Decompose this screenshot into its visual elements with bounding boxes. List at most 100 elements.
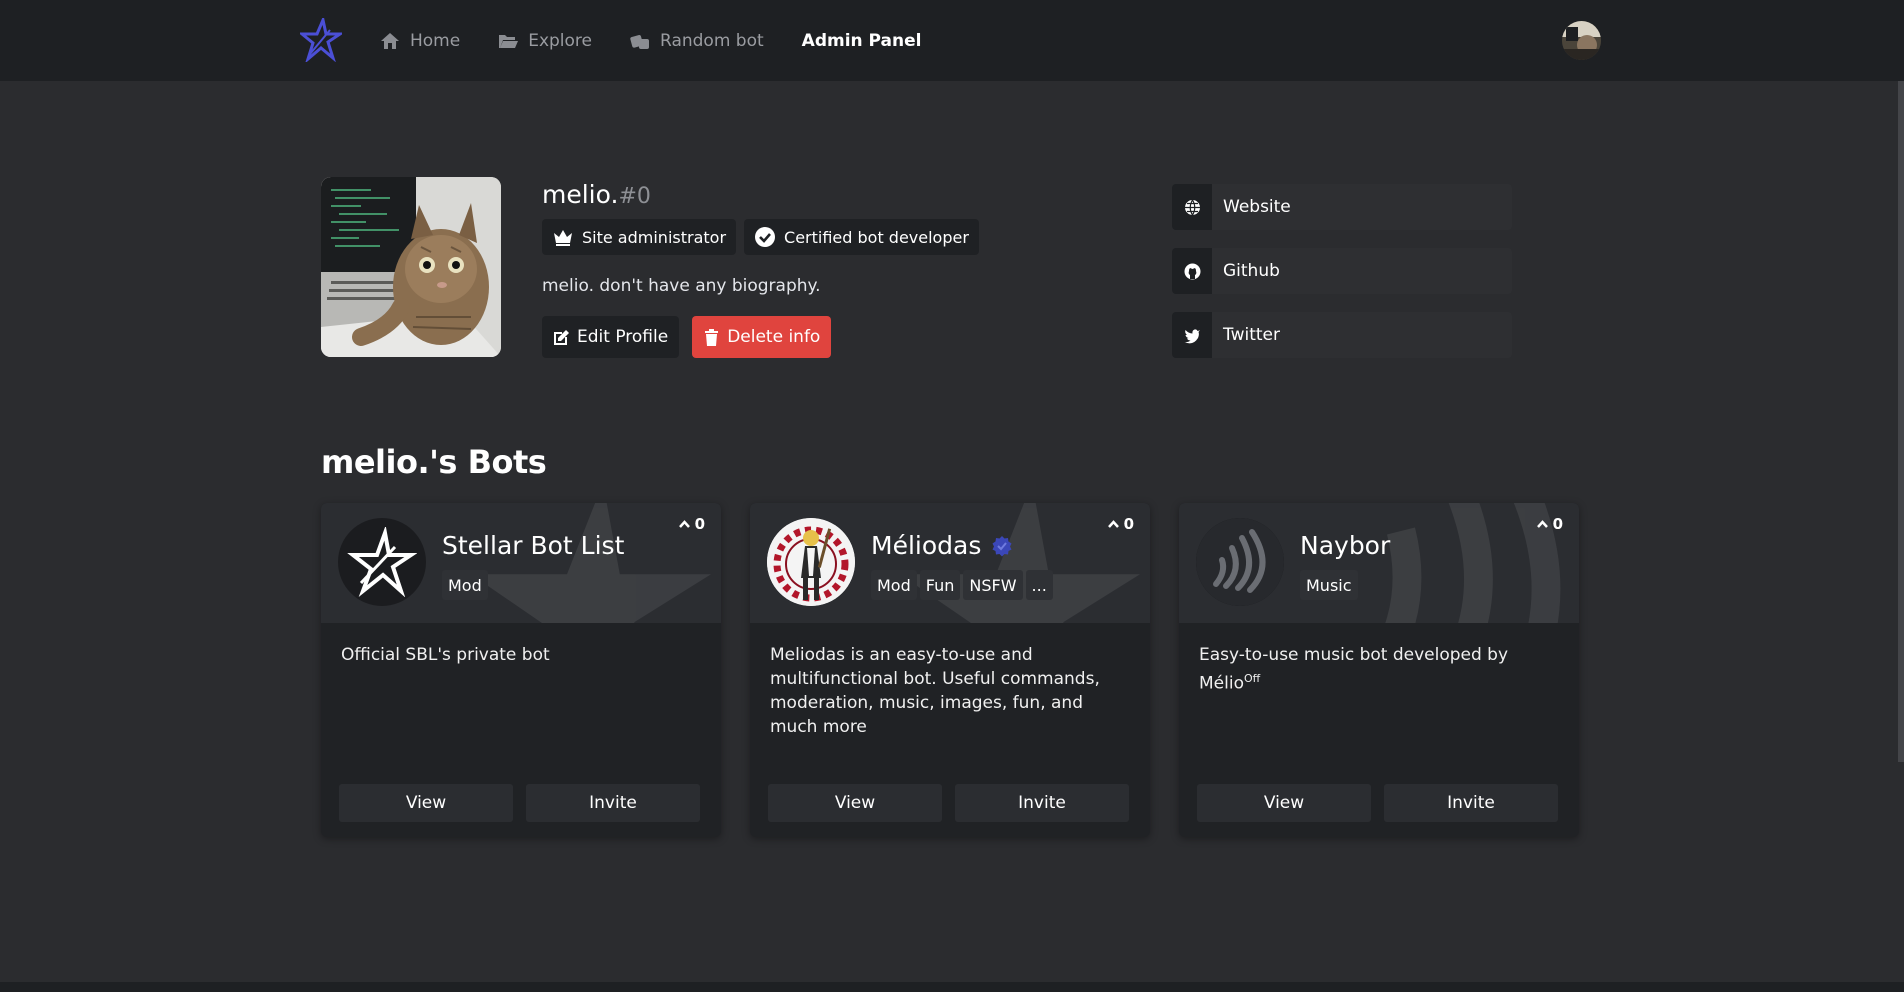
- bot-actions: View Invite: [1197, 784, 1558, 822]
- bot-tag[interactable]: NSFW: [963, 570, 1023, 600]
- nav-home[interactable]: Home: [380, 31, 460, 51]
- profile-picture-image: [321, 177, 501, 357]
- upvote-count: 0: [694, 515, 705, 533]
- bot-name[interactable]: Méliodas: [871, 531, 1013, 560]
- nav-random-bot[interactable]: Random bot: [630, 31, 764, 51]
- bot-description: Easy-to-use music bot developed by Mélio…: [1199, 643, 1564, 696]
- link-website[interactable]: Website: [1172, 184, 1512, 230]
- upvote-button[interactable]: 0: [678, 515, 705, 533]
- globe-icon: [1184, 199, 1200, 216]
- view-bot-button[interactable]: View: [768, 784, 942, 822]
- bot-name[interactable]: Naybor: [1300, 531, 1390, 560]
- edit-profile-button[interactable]: Edit Profile: [542, 316, 680, 358]
- upvote-count: 0: [1123, 515, 1134, 533]
- footer-strip: [0, 982, 1904, 992]
- invite-bot-button[interactable]: Invite: [1384, 784, 1558, 822]
- nav-admin-panel[interactable]: Admin Panel: [802, 31, 922, 51]
- navbar: Home Explore Random bot Admin Panel: [0, 0, 1904, 81]
- nav-links: Home Explore Random bot Admin Panel: [380, 0, 959, 81]
- link-github-label: Github: [1223, 261, 1280, 281]
- folder-open-icon: [499, 34, 519, 48]
- user-avatar[interactable]: [1562, 21, 1601, 60]
- bot-avatar[interactable]: [1196, 518, 1284, 606]
- invite-bot-button[interactable]: Invite: [955, 784, 1129, 822]
- sound-waves-icon: [1196, 518, 1284, 606]
- profile-username: melio.#0: [542, 180, 651, 209]
- nav-home-label: Home: [410, 30, 461, 51]
- username-text: melio.: [542, 180, 619, 209]
- bot-actions: View Invite: [768, 784, 1129, 822]
- bots-section-title: melio.'s Bots: [321, 443, 547, 481]
- home-icon: [381, 32, 399, 49]
- bot-card-stellar-bot-list: Stellar Bot List Mod 0 Official SBL's pr…: [321, 503, 721, 837]
- page-scrollbar[interactable]: [1898, 81, 1904, 762]
- twitter-icon-container: [1172, 312, 1212, 358]
- badge-site-administrator: Site administrator: [542, 219, 737, 255]
- profile-biography: melio. don't have any biography.: [542, 276, 821, 296]
- chevron-up-icon: [1536, 519, 1548, 528]
- delete-info-button[interactable]: Delete info: [692, 316, 832, 358]
- chevron-up-icon: [678, 519, 690, 528]
- bot-card-header: Stellar Bot List Mod 0: [321, 503, 721, 623]
- nav-random-bot-label: Random bot: [660, 30, 764, 51]
- profile-picture: [321, 177, 501, 357]
- dice-icon: [630, 34, 649, 49]
- bot-tag[interactable]: Fun: [919, 570, 961, 600]
- bot-card-header: Méliodas Mod Fun NSFW ... 0: [750, 503, 1150, 623]
- profile-badges: Site administrator Certified bot develop…: [542, 219, 979, 255]
- delete-info-label: Delete info: [727, 327, 821, 347]
- bot-tag[interactable]: Mod: [871, 570, 917, 600]
- bot-tag-more[interactable]: ...: [1025, 570, 1053, 600]
- edit-icon: [554, 329, 569, 345]
- upvote-button[interactable]: 0: [1107, 515, 1134, 533]
- link-twitter[interactable]: Twitter: [1172, 312, 1512, 358]
- verified-icon: [992, 535, 1012, 556]
- username-discriminator: #0: [618, 184, 651, 209]
- bot-description-text: Easy-to-use music bot developed by Mélio: [1199, 645, 1509, 694]
- bot-card-meliodas: Méliodas Mod Fun NSFW ... 0 Meliodas is …: [750, 503, 1150, 837]
- bot-card-header: Naybor Music 0: [1179, 503, 1579, 623]
- github-icon-container: [1172, 248, 1212, 294]
- brand-logo-star-icon[interactable]: [300, 18, 342, 62]
- badge-label: Certified bot developer: [784, 227, 969, 247]
- link-website-label: Website: [1223, 197, 1291, 217]
- bot-tag[interactable]: Music: [1300, 570, 1358, 600]
- sound-waves-watermark-icon: [1385, 503, 1561, 623]
- star-watermark-icon: [900, 503, 1140, 623]
- bot-name-text: Naybor: [1300, 531, 1391, 560]
- star-watermark-icon: [471, 503, 711, 623]
- edit-profile-label: Edit Profile: [577, 327, 669, 347]
- nav-explore[interactable]: Explore: [498, 31, 592, 51]
- link-github[interactable]: Github: [1172, 248, 1512, 294]
- bot-avatar[interactable]: [767, 518, 855, 606]
- nav-explore-label: Explore: [528, 30, 592, 51]
- twitter-icon: [1184, 328, 1200, 343]
- bot-card-naybor: Naybor Music 0 Easy-to-use music bot dev…: [1179, 503, 1579, 837]
- bot-tags: Mod: [442, 570, 488, 600]
- upvote-button[interactable]: 0: [1536, 515, 1563, 533]
- bot-tag[interactable]: Mod: [442, 570, 488, 600]
- profile-links: Website Github Twitter: [1172, 184, 1512, 376]
- avatar-image: [1562, 21, 1601, 60]
- view-bot-button[interactable]: View: [1197, 784, 1371, 822]
- upvote-count: 0: [1552, 515, 1563, 533]
- meliodas-character-image: [767, 518, 855, 606]
- bot-avatar[interactable]: [338, 518, 426, 606]
- link-twitter-label: Twitter: [1223, 325, 1280, 345]
- badge-certified-bot-developer: Certified bot developer: [744, 219, 979, 255]
- bot-tags: Mod Fun NSFW ...: [871, 570, 1053, 600]
- globe-icon-container: [1172, 184, 1212, 230]
- invite-bot-button[interactable]: Invite: [526, 784, 700, 822]
- check-circle-icon: [755, 227, 776, 247]
- bot-description-sup: Off: [1243, 672, 1261, 685]
- profile-actions: Edit Profile Delete info: [542, 316, 832, 358]
- github-icon: [1184, 263, 1200, 279]
- bot-description: Official SBL's private bot: [341, 645, 550, 665]
- chevron-up-icon: [1107, 519, 1119, 528]
- nav-admin-panel-label: Admin Panel: [801, 30, 922, 51]
- bot-actions: View Invite: [339, 784, 700, 822]
- crown-icon: [554, 230, 572, 246]
- bot-name-text: Stellar Bot List: [442, 531, 625, 560]
- view-bot-button[interactable]: View: [339, 784, 513, 822]
- bot-name[interactable]: Stellar Bot List: [442, 531, 624, 560]
